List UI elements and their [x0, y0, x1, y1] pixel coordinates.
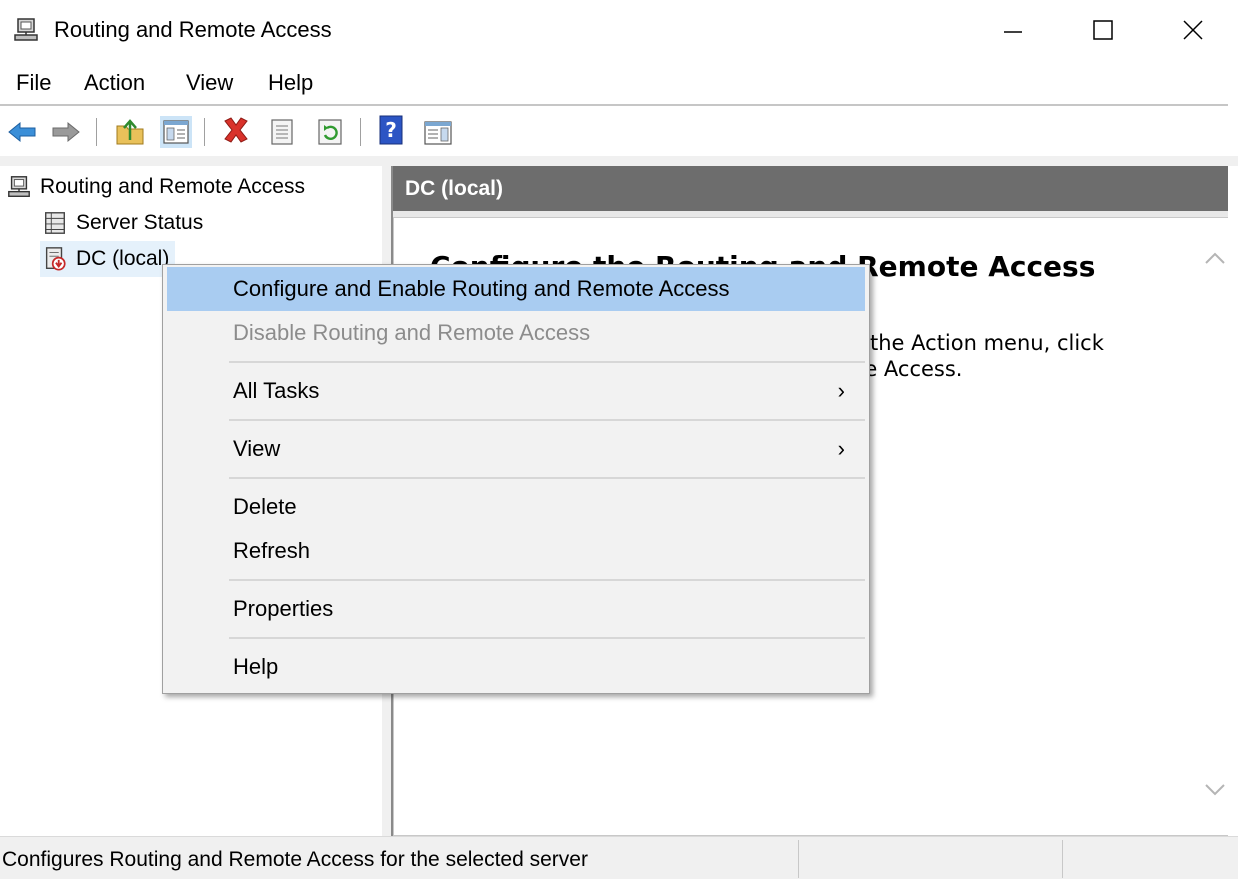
toolbar-separator — [360, 118, 361, 146]
tree-item-label: DC (local) — [76, 247, 170, 270]
forward-arrow-icon[interactable] — [50, 116, 82, 148]
server-computer-icon — [8, 176, 30, 197]
menu-item-all-tasks[interactable]: All Tasks › — [167, 369, 865, 413]
show-action-pane-icon[interactable] — [422, 116, 454, 148]
help-icon[interactable]: ? — [376, 114, 408, 146]
menu-item-label: All Tasks — [233, 378, 320, 403]
maximize-button[interactable] — [1058, 0, 1148, 60]
tree-item-label: Routing and Remote Access — [40, 175, 305, 198]
menu-item-label: Properties — [233, 596, 334, 621]
menu-item-properties[interactable]: Properties — [167, 587, 865, 631]
status-text: Configures Routing and Remote Access for… — [2, 848, 588, 871]
properties-icon[interactable] — [266, 116, 298, 148]
svg-text:?: ? — [385, 118, 397, 142]
tree-item-dc-local[interactable]: DC (local) — [40, 241, 176, 277]
menu-separator — [229, 579, 865, 581]
details-header: DC (local) — [393, 166, 1228, 211]
toolbar-bottom-strip — [0, 156, 1238, 166]
scroll-down-icon[interactable] — [1202, 776, 1228, 802]
server-status-icon — [45, 212, 65, 234]
menu-separator — [229, 637, 865, 639]
menu-item-label: Refresh — [233, 538, 311, 563]
submenu-arrow-icon: › — [837, 436, 845, 461]
up-folder-icon[interactable] — [114, 116, 146, 148]
menu-item-label: Configure and Enable Routing and Remote … — [233, 276, 730, 301]
menu-item-label: View — [233, 436, 281, 461]
menu-help[interactable]: Help — [268, 70, 313, 96]
menu-item-label: Delete — [233, 494, 297, 519]
context-menu: Configure and Enable Routing and Remote … — [162, 264, 870, 694]
menu-item-view[interactable]: View › — [167, 427, 865, 471]
toolbar-separator — [204, 118, 205, 146]
menu-action[interactable]: Action — [84, 70, 145, 96]
scroll-up-icon[interactable] — [1202, 246, 1228, 272]
back-arrow-icon[interactable] — [6, 116, 38, 148]
status-divider — [1062, 840, 1063, 878]
server-disabled-icon — [45, 247, 66, 271]
toolbar-separator — [96, 118, 97, 146]
minimize-icon — [1004, 31, 1022, 33]
tree-item-routing-root[interactable]: Routing and Remote Access — [6, 169, 305, 205]
refresh-icon[interactable] — [314, 116, 346, 148]
menu-item-refresh[interactable]: Refresh — [167, 529, 865, 573]
tree-item-server-status[interactable]: Server Status — [42, 205, 203, 241]
delete-icon[interactable] — [220, 114, 252, 146]
show-hide-console-tree-icon[interactable] — [160, 116, 192, 148]
menu-item-delete[interactable]: Delete — [167, 485, 865, 529]
menu-item-label: Disable Routing and Remote Access — [233, 320, 591, 345]
status-divider — [798, 840, 799, 878]
menu-item-help[interactable]: Help — [167, 645, 865, 689]
menu-separator — [229, 419, 865, 421]
server-computer-icon — [14, 18, 38, 41]
close-icon — [1183, 20, 1203, 40]
tree-item-label: Server Status — [76, 211, 204, 234]
menu-separator — [229, 361, 865, 363]
menu-separator — [229, 477, 865, 479]
close-button[interactable] — [1148, 0, 1238, 60]
menu-item-label: Help — [233, 654, 279, 679]
menu-item-configure-enable[interactable]: Configure and Enable Routing and Remote … — [167, 267, 865, 311]
menu-file[interactable]: File — [16, 70, 51, 96]
window-title: Routing and Remote Access — [54, 17, 332, 42]
submenu-arrow-icon: › — [837, 378, 845, 403]
menu-item-disable: Disable Routing and Remote Access — [167, 311, 865, 355]
minimize-button[interactable] — [968, 0, 1058, 60]
maximize-icon — [1093, 20, 1113, 40]
menu-view[interactable]: View — [186, 70, 233, 96]
